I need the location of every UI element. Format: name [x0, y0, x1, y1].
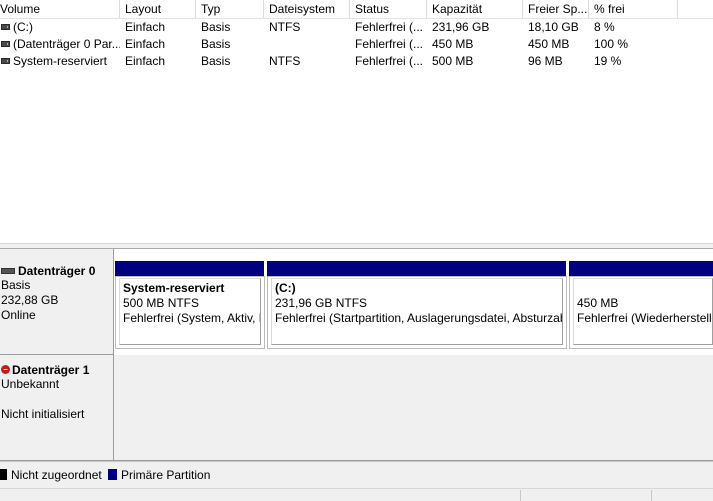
volume-cell: System-reserviert — [0, 53, 120, 70]
freier-speicher-cell: 18,10 GB — [528, 20, 579, 34]
partition-c-box: (C:) 231,96 GB NTFS Fehlerfrei (Startpar… — [271, 278, 563, 345]
volume-icon — [1, 40, 10, 47]
volume-icon — [1, 23, 10, 30]
disk-0-name-row: Datenträger 0 — [1, 264, 113, 278]
freier-speicher-cell: 96 MB — [528, 54, 563, 68]
layout-cell: Einfach — [125, 37, 166, 51]
partition-bar-system-reserved — [115, 261, 264, 276]
volume-cell: (C:) — [0, 19, 120, 36]
legend-primary-label: Primäre Partition — [121, 468, 211, 482]
partition-bar-c — [267, 261, 566, 276]
column-header-prozent-frei[interactable]: % frei — [589, 0, 678, 18]
volume-cell: (Datenträger 0 Par... — [0, 36, 120, 53]
prozent-frei-cell: 100 % — [594, 37, 629, 51]
status-bar — [0, 488, 713, 501]
partition-size: 450 MB — [577, 296, 619, 310]
layout-cell: Einfach — [125, 54, 166, 68]
partition-name: (C:) — [275, 281, 296, 295]
disk-error-icon: − — [1, 365, 10, 375]
prozent-frei-cell: 19 % — [594, 54, 622, 68]
layout-cell: Einfach — [125, 20, 166, 34]
partition-name: System-reserviert — [123, 281, 225, 295]
partition-c[interactable]: (C:) 231,96 GB NTFS Fehlerfrei (Startpar… — [267, 276, 567, 349]
status-cell: Fehlerfrei (... — [355, 37, 424, 51]
disk-1-type: Unbekannt — [1, 377, 60, 391]
legend: Nicht zugeordnet Primäre Partition — [0, 461, 713, 488]
status-cell: Fehlerfrei (... — [355, 54, 424, 68]
volume-list[interactable]: Volume Layout Typ Dateisystem Status Kap… — [0, 0, 713, 243]
column-header-freier-speicher[interactable]: Freier Sp... — [523, 0, 589, 18]
partition-size: 231,96 GB NTFS — [275, 296, 368, 310]
status-cell: Fehlerfrei (... — [355, 20, 424, 34]
column-header-status[interactable]: Status — [350, 0, 427, 18]
column-header-volume[interactable]: Volume — [0, 0, 120, 18]
legend-primary: Primäre Partition — [108, 469, 210, 482]
column-header-layout[interactable]: Layout — [120, 0, 196, 18]
column-header-kapazitaet[interactable]: Kapazität — [427, 0, 523, 18]
disk-1-size — [1, 392, 113, 407]
status-bar-separator — [651, 490, 652, 501]
kapazitaet-cell: 231,96 GB — [432, 20, 490, 34]
kapazitaet-cell: 500 MB — [432, 54, 474, 68]
disk-view[interactable]: Datenträger 0 Basis 232,88 GB Online Sys… — [0, 249, 713, 461]
partition-system-reserved[interactable]: System-reserviert 500 MB NTFS Fehlerfrei… — [115, 276, 265, 349]
partition-recovery[interactable]: 450 MB Fehlerfrei (Wiederherstellu — [569, 276, 713, 349]
typ-cell: Basis — [201, 37, 231, 51]
table-row[interactable]: System-reserviert Einfach Basis NTFS Feh… — [0, 53, 713, 70]
disk-0-state: Online — [1, 308, 36, 322]
dateisystem-cell — [264, 36, 350, 53]
dateisystem-cell: NTFS — [269, 54, 301, 68]
partition-bar-recovery — [569, 261, 713, 276]
kapazitaet-cell: 450 MB — [432, 37, 474, 51]
column-header-dateisystem[interactable]: Dateisystem — [264, 0, 350, 18]
disk-1-state: Nicht initialisiert — [1, 407, 85, 421]
partition-status: Fehlerfrei (System, Aktiv, P — [123, 311, 261, 325]
table-row[interactable]: (C:) Einfach Basis NTFS Fehlerfrei (... … — [0, 19, 713, 36]
disk-0-type: Basis — [1, 278, 31, 292]
column-header-row: Volume Layout Typ Dateisystem Status Kap… — [0, 0, 713, 19]
disk-1-name: Datenträger 1 — [12, 363, 90, 377]
status-bar-separator — [520, 490, 521, 501]
volume-name: System-reserviert — [13, 54, 108, 68]
legend-unallocated: Nicht zugeordnet — [0, 469, 102, 482]
disk-icon — [1, 267, 15, 274]
typ-cell: Basis — [201, 20, 231, 34]
volume-name: (Datenträger 0 Par... — [13, 37, 120, 51]
disk-1-name-row: − Datenträger 1 — [1, 363, 113, 377]
volume-name: (C:) — [13, 20, 33, 34]
legend-swatch-primary — [108, 469, 117, 481]
volume-icon — [1, 57, 10, 64]
table-row[interactable]: (Datenträger 0 Par... Einfach Basis Fehl… — [0, 36, 713, 53]
legend-swatch-unallocated — [0, 469, 7, 481]
column-header-typ[interactable]: Typ — [196, 0, 264, 18]
disk-0-name: Datenträger 0 — [18, 264, 96, 278]
partition-recovery-box: 450 MB Fehlerfrei (Wiederherstellu — [573, 278, 713, 345]
disk-1-label[interactable]: − Datenträger 1 Unbekannt Nicht initialis… — [0, 355, 114, 461]
partition-status: Fehlerfrei (Startpartition, Auslagerungs… — [275, 311, 563, 325]
partition-name — [577, 281, 709, 296]
partition-size: 500 MB NTFS — [123, 296, 200, 310]
partition-status: Fehlerfrei (Wiederherstellu — [577, 311, 713, 325]
prozent-frei-cell: 8 % — [594, 20, 615, 34]
disk-1-area[interactable] — [114, 355, 713, 461]
disk-0-label[interactable]: Datenträger 0 Basis 232,88 GB Online — [0, 249, 114, 355]
typ-cell: Basis — [201, 54, 231, 68]
partition-system-reserved-box: System-reserviert 500 MB NTFS Fehlerfrei… — [119, 278, 261, 345]
legend-unallocated-label: Nicht zugeordnet — [11, 468, 102, 482]
disk-0-size: 232,88 GB — [1, 293, 59, 307]
freier-speicher-cell: 450 MB — [528, 37, 570, 51]
dateisystem-cell: NTFS — [269, 20, 301, 34]
